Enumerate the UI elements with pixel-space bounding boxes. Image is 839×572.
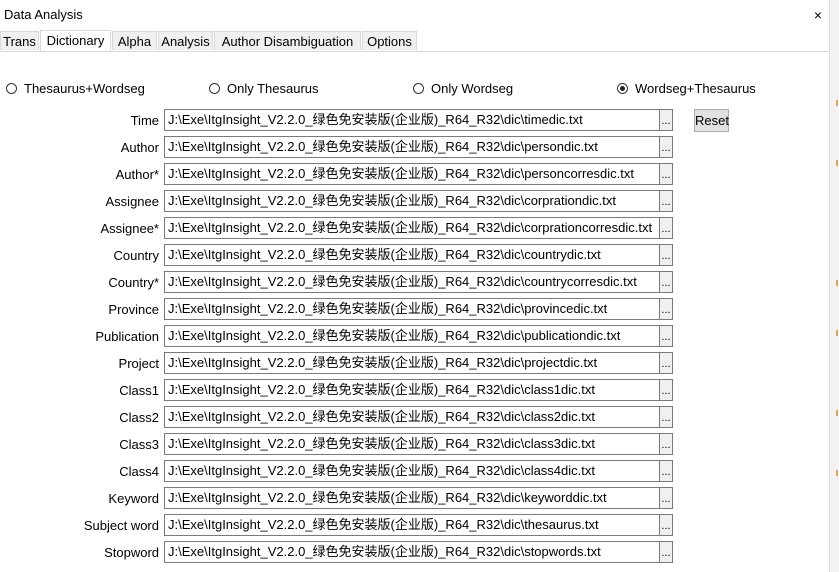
browse-button[interactable]: ... [659,109,673,131]
dictionary-path-field[interactable]: J:\Exe\ItgInsight_V2.2.0_绿色免安装版(企业版)_R64… [164,325,660,347]
dictionary-label: Country* [108,275,159,290]
browse-button[interactable]: ... [659,406,673,428]
dictionary-row: Subject word J:\Exe\ItgInsight_V2.2.0_绿色免… [0,514,829,538]
dictionary-label: Class2 [119,410,159,425]
tab-alpha[interactable]: Alpha [112,31,157,50]
dictionary-path-field[interactable]: J:\Exe\ItgInsight_V2.2.0_绿色免安装版(企业版)_R64… [164,541,660,563]
radio-wordseg-thesaurus[interactable]: Wordseg+Thesaurus [617,80,756,96]
tab-trans[interactable]: Trans [0,31,39,50]
marker-icon [836,470,838,476]
dictionary-label: Author [120,140,159,155]
dictionary-label: Author* [115,167,159,182]
dictionary-label: Class4 [119,464,159,479]
browse-button[interactable]: ... [659,298,673,320]
dictionary-row: Assignee J:\Exe\ItgInsight_V2.2.0_绿色免安装版(… [0,190,829,214]
dictionary-row: Country* J:\Exe\ItgInsight_V2.2.0_绿色免安装版(… [0,271,829,295]
window-title: Data Analysis [4,7,83,22]
dictionary-label: Stopword [104,545,159,560]
dictionary-row: Stopword J:\Exe\ItgInsight_V2.2.0_绿色免安装版(… [0,541,829,565]
dictionary-label: Assignee* [100,221,159,236]
browse-button[interactable]: ... [659,136,673,158]
marker-icon [836,410,838,416]
dictionary-row: Province J:\Exe\ItgInsight_V2.2.0_绿色免安装版(… [0,298,829,322]
radio-thesaurus-wordseg[interactable]: Thesaurus+Wordseg [6,80,145,96]
browse-button[interactable]: ... [659,325,673,347]
marker-icon [836,100,838,106]
dictionary-row: Class4 J:\Exe\ItgInsight_V2.2.0_绿色免安装版(企业… [0,460,829,484]
dictionary-path-field[interactable]: J:\Exe\ItgInsight_V2.2.0_绿色免安装版(企业版)_R64… [164,460,660,482]
dictionary-path-field[interactable]: J:\Exe\ItgInsight_V2.2.0_绿色免安装版(企业版)_R64… [164,163,660,185]
radio-label: Only Thesaurus [227,80,319,96]
dictionary-row: Author* J:\Exe\ItgInsight_V2.2.0_绿色免安装版(企… [0,163,829,187]
dictionary-label: Province [108,302,159,317]
radio-label: Thesaurus+Wordseg [24,80,145,96]
radio-circle-icon [6,82,17,94]
radio-label: Only Wordseg [431,80,514,96]
title-bar: Data Analysis × [0,0,829,30]
browse-button[interactable]: ... [659,163,673,185]
dictionary-path-field[interactable]: J:\Exe\ItgInsight_V2.2.0_绿色免安装版(企业版)_R64… [164,433,660,455]
marker-icon [836,160,838,166]
tab-dictionary[interactable]: Dictionary [40,30,111,51]
dictionary-row: Class3 J:\Exe\ItgInsight_V2.2.0_绿色免安装版(企业… [0,433,829,457]
browse-button[interactable]: ... [659,379,673,401]
dictionary-label: Class1 [119,383,159,398]
dictionary-label: Subject word [83,518,159,533]
background-window-edge [829,0,839,572]
dictionary-path-field[interactable]: J:\Exe\ItgInsight_V2.2.0_绿色免安装版(企业版)_R64… [164,136,660,158]
dictionary-path-field[interactable]: J:\Exe\ItgInsight_V2.2.0_绿色免安装版(企业版)_R64… [164,109,660,131]
dictionary-path-field[interactable]: J:\Exe\ItgInsight_V2.2.0_绿色免安装版(企业版)_R64… [164,379,660,401]
dictionary-row: Publication J:\Exe\ItgInsight_V2.2.0_绿色免安… [0,325,829,349]
radio-circle-selected-icon [617,82,628,94]
dictionary-path-field[interactable]: J:\Exe\ItgInsight_V2.2.0_绿色免安装版(企业版)_R64… [164,487,660,509]
browse-button[interactable]: ... [659,460,673,482]
browse-button[interactable]: ... [659,190,673,212]
dictionary-path-field[interactable]: J:\Exe\ItgInsight_V2.2.0_绿色免安装版(企业版)_R64… [164,217,660,239]
dictionary-path-field[interactable]: J:\Exe\ItgInsight_V2.2.0_绿色免安装版(企业版)_R64… [164,190,660,212]
radio-circle-icon [413,82,424,94]
dictionary-row: Class2 J:\Exe\ItgInsight_V2.2.0_绿色免安装版(企业… [0,406,829,430]
dictionary-label: Class3 [119,437,159,452]
marker-icon [836,330,838,336]
dictionary-label: Time [130,113,159,128]
browse-button[interactable]: ... [659,487,673,509]
dictionary-row: Time J:\Exe\ItgInsight_V2.2.0_绿色免安装版(企业版)… [0,109,829,133]
dictionary-row: Project J:\Exe\ItgInsight_V2.2.0_绿色免安装版(企… [0,352,829,376]
tab-analysis[interactable]: Analysis [158,31,213,50]
marker-icon [836,280,838,286]
tab-options[interactable]: Options [362,31,417,50]
browse-button[interactable]: ... [659,433,673,455]
tab-author-disambiguation[interactable]: Author Disambiguation [214,31,361,50]
browse-button[interactable]: ... [659,271,673,293]
dictionary-label: Project [118,356,159,371]
browse-button[interactable]: ... [659,541,673,563]
dictionary-path-field[interactable]: J:\Exe\ItgInsight_V2.2.0_绿色免安装版(企业版)_R64… [164,352,660,374]
radio-only-thesaurus[interactable]: Only Thesaurus [209,80,319,96]
browse-button[interactable]: ... [659,217,673,239]
browse-button[interactable]: ... [659,514,673,536]
browse-button[interactable]: ... [659,352,673,374]
dictionary-row: Class1 J:\Exe\ItgInsight_V2.2.0_绿色免安装版(企业… [0,379,829,403]
radio-label: Wordseg+Thesaurus [635,80,756,96]
dictionary-row: Author J:\Exe\ItgInsight_V2.2.0_绿色免安装版(企业… [0,136,829,160]
dictionary-path-field[interactable]: J:\Exe\ItgInsight_V2.2.0_绿色免安装版(企业版)_R64… [164,244,660,266]
dictionary-row: Keyword J:\Exe\ItgInsight_V2.2.0_绿色免安装版(企… [0,487,829,511]
dictionary-row: Assignee* J:\Exe\ItgInsight_V2.2.0_绿色免安装版… [0,217,829,241]
dictionary-path-field[interactable]: J:\Exe\ItgInsight_V2.2.0_绿色免安装版(企业版)_R64… [164,298,660,320]
dictionary-row: Country J:\Exe\ItgInsight_V2.2.0_绿色免安装版(企… [0,244,829,268]
dictionary-path-field[interactable]: J:\Exe\ItgInsight_V2.2.0_绿色免安装版(企业版)_R64… [164,271,660,293]
tab-bar: Trans Dictionary Alpha Analysis Author D… [0,30,829,52]
dictionary-path-field[interactable]: J:\Exe\ItgInsight_V2.2.0_绿色免安装版(企业版)_R64… [164,514,660,536]
radio-only-wordseg[interactable]: Only Wordseg [413,80,513,96]
browse-button[interactable]: ... [659,244,673,266]
radio-circle-icon [209,82,220,94]
close-icon[interactable]: × [808,6,828,24]
dictionary-label: Country [113,248,159,263]
dictionary-label: Keyword [108,491,159,506]
dictionary-label: Publication [95,329,159,344]
dictionary-label: Assignee [105,194,159,209]
dictionary-path-field[interactable]: J:\Exe\ItgInsight_V2.2.0_绿色免安装版(企业版)_R64… [164,406,660,428]
